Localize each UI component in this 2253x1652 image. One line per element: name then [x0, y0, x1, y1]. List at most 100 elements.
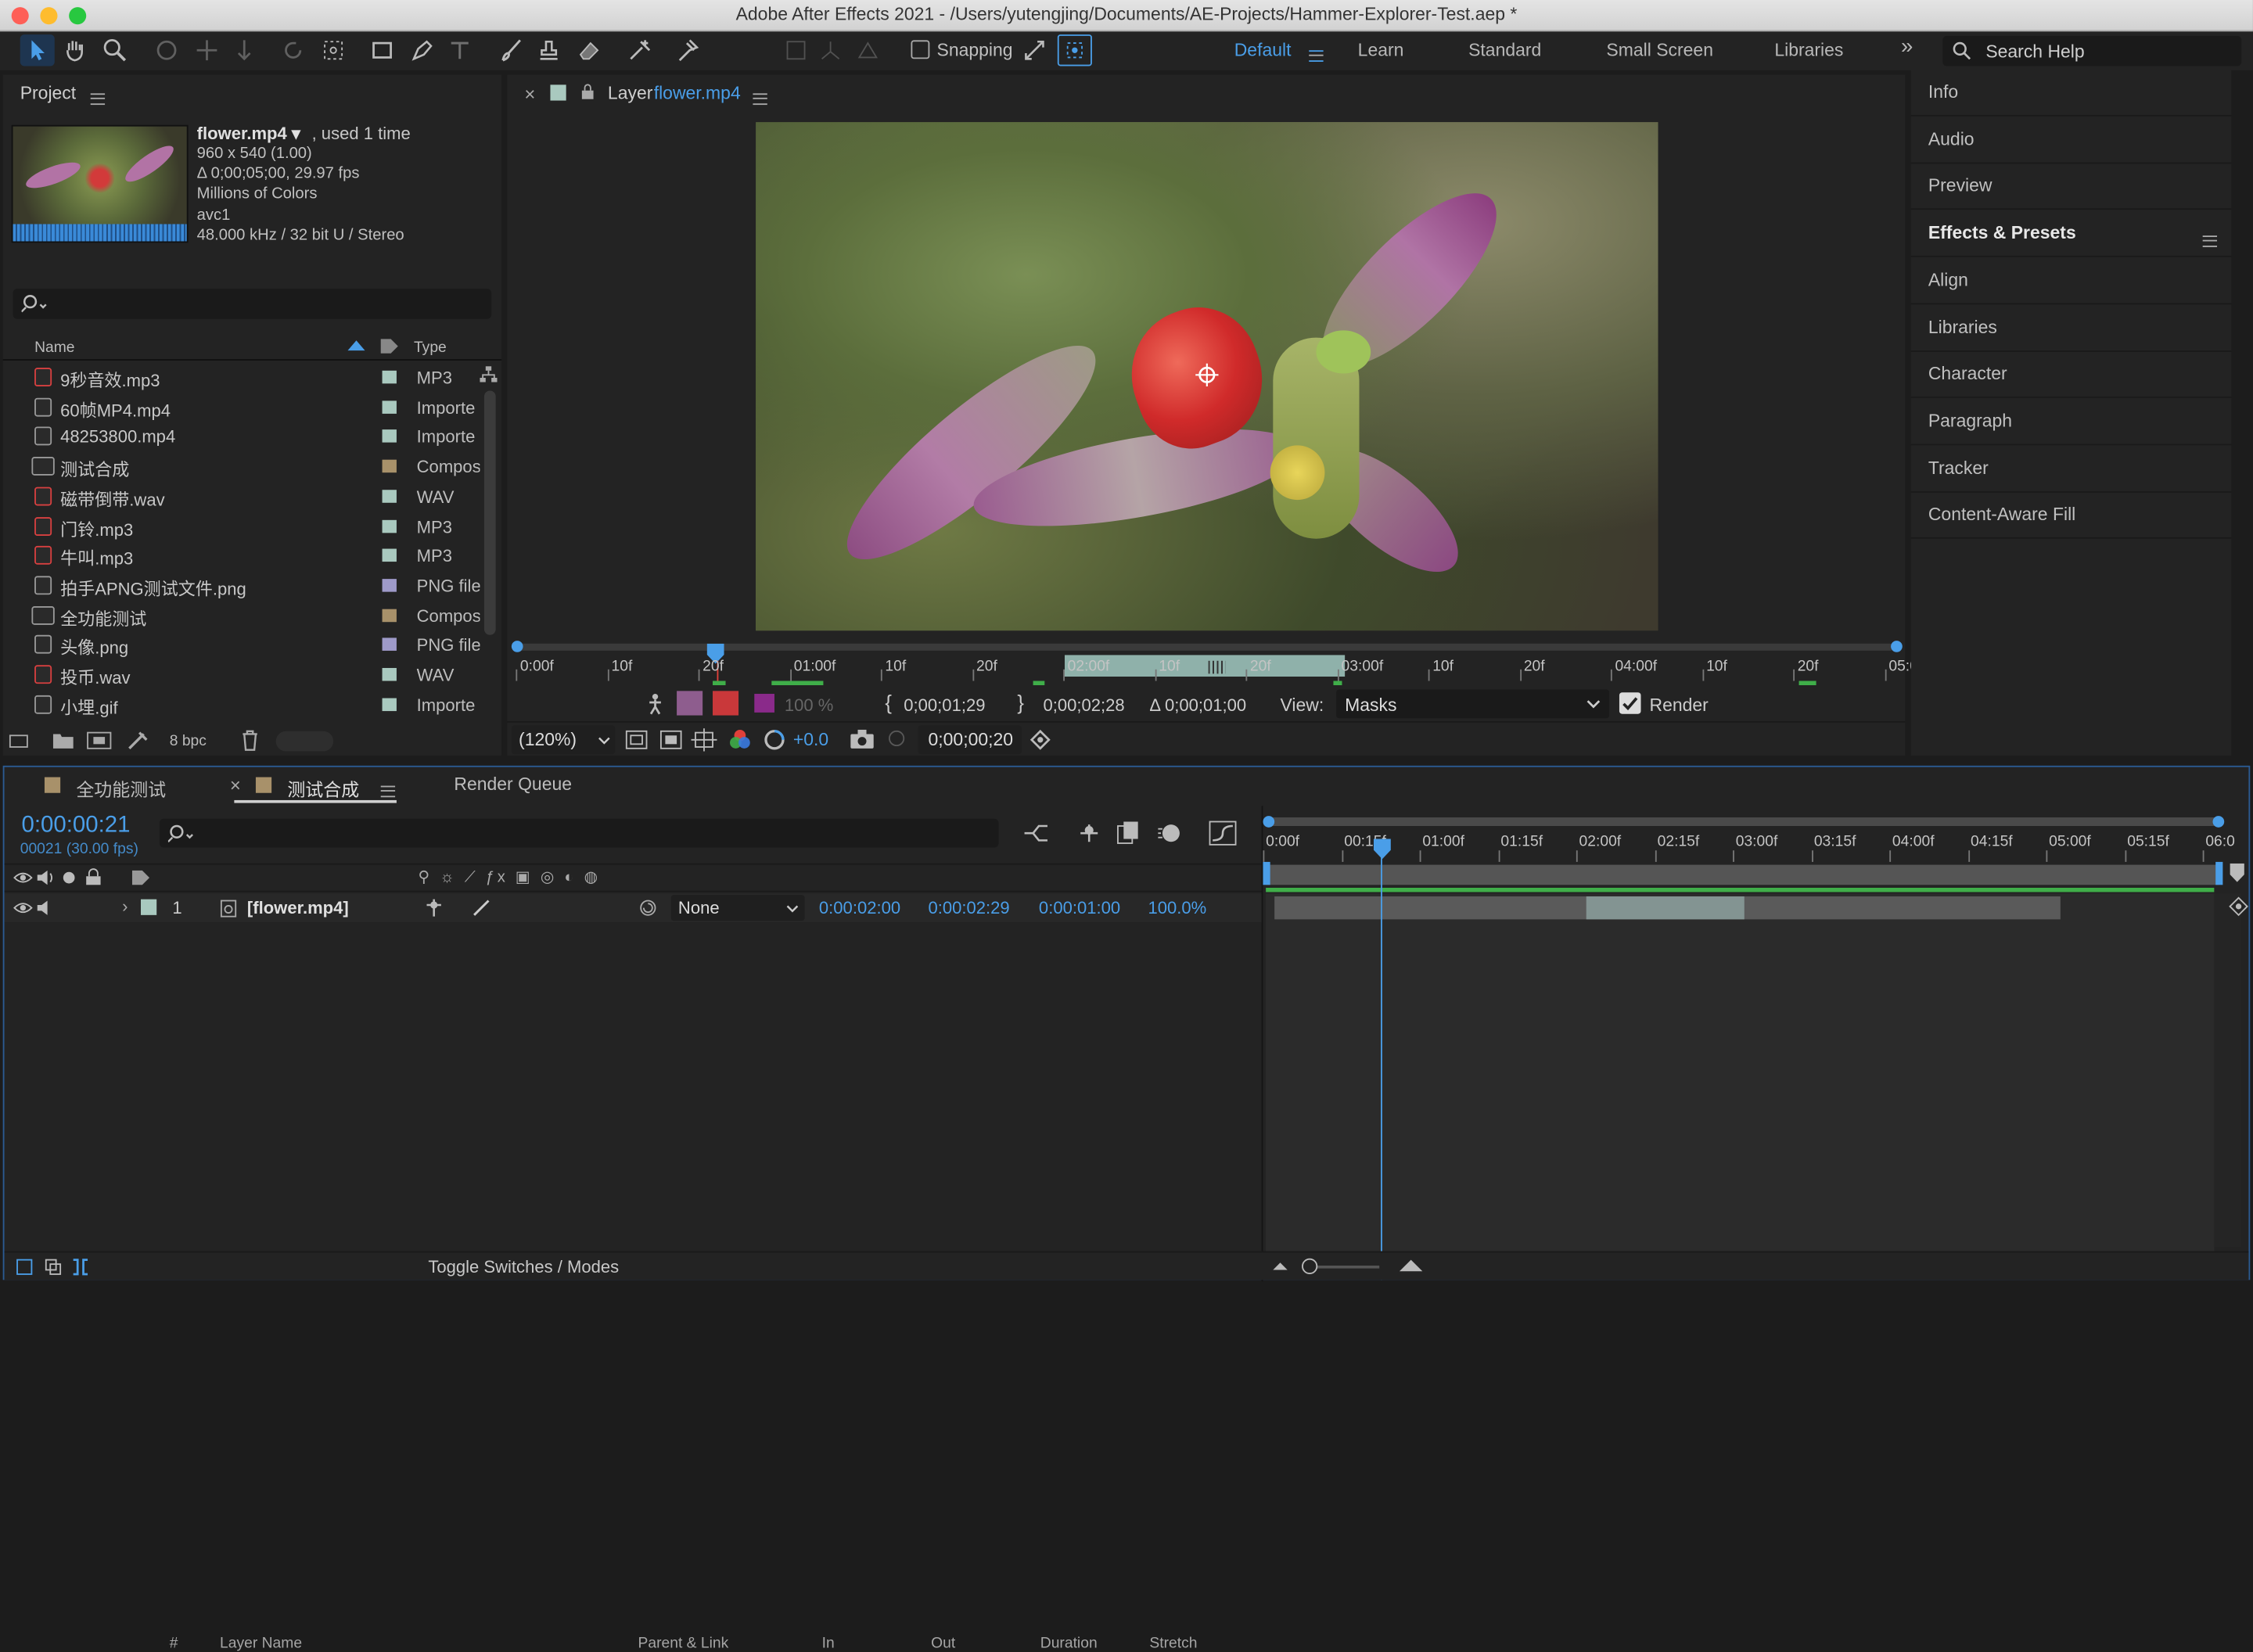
panel-preview[interactable]: Preview: [1910, 164, 2232, 210]
column-type[interactable]: Type: [414, 339, 447, 356]
in-point-time[interactable]: 0;00;01;29: [904, 695, 985, 716]
solo-icon[interactable]: [63, 871, 75, 884]
trash-icon[interactable]: [240, 730, 261, 752]
panel-info[interactable]: Info: [1910, 70, 2232, 117]
out-point-bracket-icon[interactable]: }: [1017, 691, 1024, 713]
brush-tool-icon[interactable]: [494, 34, 529, 66]
column-stretch[interactable]: Stretch: [1149, 1635, 1197, 1652]
project-scrollbar[interactable]: [481, 362, 498, 675]
clone-stamp-tool-icon[interactable]: [532, 34, 566, 66]
layer-time-ruler[interactable]: 0:00f 10f 20f 01:00f 10f 20f 02:00f 10f 20f 03:00…: [511, 641, 1927, 686]
label-tag-icon[interactable]: [131, 869, 151, 886]
quality-switch-icon[interactable]: [471, 898, 491, 918]
new-folder-icon[interactable]: [52, 731, 74, 750]
label-color-swatch[interactable]: [382, 459, 397, 473]
project-item[interactable]: 磁带倒带.wav WAV: [3, 481, 501, 510]
search-help-field[interactable]: Search Help: [1942, 35, 2242, 66]
panel-align[interactable]: Align: [1910, 258, 2232, 304]
column-name[interactable]: Name: [34, 339, 74, 356]
more-workspaces-chevron-icon[interactable]: »: [1901, 34, 1913, 59]
tab-render-queue[interactable]: Render Queue: [454, 774, 572, 795]
navigator-start-handle[interactable]: [1263, 816, 1275, 828]
toggle-switches-modes-button[interactable]: Toggle Switches / Modes: [428, 1257, 619, 1277]
transfer-controls-icon[interactable]: [45, 1259, 62, 1276]
pick-whip-icon[interactable]: [638, 898, 658, 918]
label-tag-icon[interactable]: [379, 338, 400, 355]
shy-switch-icon[interactable]: [424, 898, 444, 918]
panel-paragraph[interactable]: Paragraph: [1910, 399, 2232, 446]
adjust-settings-icon[interactable]: [127, 730, 149, 752]
layer-trimmed-bar[interactable]: [1586, 896, 1745, 920]
parent-dropdown[interactable]: None: [670, 895, 805, 921]
comp-flowchart-icon[interactable]: [1022, 821, 1051, 844]
tab-ce-shi-he-cheng[interactable]: 测试合成: [287, 774, 359, 802]
show-snapshot-icon[interactable]: [885, 728, 907, 750]
label-color-swatch[interactable]: [382, 697, 397, 711]
anchor-point-crosshair-icon[interactable]: [1195, 363, 1219, 387]
timeline-search-input[interactable]: [159, 818, 999, 848]
workspace-menu-icon[interactable]: [1309, 45, 1324, 65]
reset-exposure-icon[interactable]: [763, 728, 785, 751]
channel-rgb-icon[interactable]: [728, 728, 751, 751]
label-color-swatch[interactable]: [382, 429, 397, 444]
snap-extents-icon[interactable]: [1017, 34, 1051, 66]
project-item[interactable]: 全功能测试 Compos: [3, 600, 501, 629]
frame-blending-icon[interactable]: [1115, 821, 1141, 846]
layer-panel-menu-icon[interactable]: [753, 88, 767, 108]
selection-tool-icon[interactable]: [20, 34, 55, 66]
layer-out-time[interactable]: 0:00:02:29: [929, 898, 1010, 918]
magnification-dropdown[interactable]: (120%): [511, 725, 616, 755]
lock-icon[interactable]: [84, 867, 102, 886]
project-item[interactable]: 头像.png PNG file: [3, 630, 501, 659]
exposure-value[interactable]: +0.0: [793, 730, 828, 750]
pin-toggle-icon[interactable]: [677, 691, 703, 716]
axis-view-icon[interactable]: [850, 34, 885, 66]
project-item[interactable]: 拍手APNG测试文件.png PNG file: [3, 570, 501, 599]
fit-frame-icon[interactable]: [625, 730, 648, 750]
label-color-swatch[interactable]: [382, 637, 397, 652]
dolly-camera-icon[interactable]: [227, 34, 261, 66]
layer-name[interactable]: [flower.mp4]: [247, 898, 349, 918]
timeline-menu-icon[interactable]: [380, 780, 396, 800]
panel-content-aware-fill[interactable]: Content-Aware Fill: [1910, 493, 2232, 540]
lock-icon[interactable]: [580, 84, 595, 101]
expand-chevron-icon[interactable]: ›: [122, 896, 128, 917]
project-item[interactable]: 测试合成 Compos: [3, 451, 501, 480]
comp-marker-bin-icon[interactable]: [2230, 863, 2244, 882]
audio-speaker-icon[interactable]: [36, 869, 56, 886]
type-tool-icon[interactable]: [443, 34, 477, 66]
sort-ascending-icon[interactable]: [347, 340, 365, 351]
thumbnail-slider[interactable]: [275, 731, 334, 752]
workspace-standard[interactable]: Standard: [1468, 40, 1541, 60]
project-item[interactable]: 牛叫.mp3 MP3: [3, 540, 501, 569]
label-color-swatch[interactable]: [382, 370, 397, 384]
zoom-tool-icon[interactable]: [98, 34, 132, 66]
snapping-checkbox[interactable]: [911, 40, 930, 59]
column-duration[interactable]: Duration: [1040, 1635, 1098, 1652]
panel-audio[interactable]: Audio: [1910, 117, 2232, 163]
layer-label-color[interactable]: [140, 899, 157, 915]
layer-switches-icon[interactable]: [16, 1259, 33, 1276]
pen-tool-icon[interactable]: [405, 34, 440, 66]
comp-current-time[interactable]: 0:00:00:21: [22, 813, 131, 839]
eraser-tool-icon[interactable]: [572, 34, 606, 66]
view-dropdown[interactable]: Masks: [1336, 689, 1610, 719]
rotate-tool-icon[interactable]: [276, 34, 311, 66]
layer-stretch[interactable]: 100.0%: [1148, 898, 1207, 918]
panel-tracker[interactable]: Tracker: [1910, 446, 2232, 493]
eye-icon[interactable]: [13, 869, 34, 886]
axis-local-icon[interactable]: [778, 34, 813, 66]
hand-tool-icon[interactable]: [57, 34, 92, 66]
work-area-bar[interactable]: [1266, 864, 2219, 885]
comp-button-icon[interactable]: [2227, 896, 2250, 917]
rectangle-tool-icon[interactable]: [365, 34, 400, 66]
layer-panel-close-icon[interactable]: ×: [524, 84, 535, 106]
graph-editor-icon[interactable]: [1209, 821, 1238, 846]
column-in[interactable]: In: [822, 1635, 835, 1652]
stop-toggle-icon[interactable]: [713, 691, 739, 716]
snapshot-camera-icon[interactable]: [849, 728, 875, 750]
label-color-swatch[interactable]: [382, 608, 397, 622]
out-point-time[interactable]: 0;00;02;28: [1043, 695, 1124, 716]
in-out-panel-icon[interactable]: [72, 1257, 89, 1277]
label-color-swatch[interactable]: [382, 400, 397, 414]
